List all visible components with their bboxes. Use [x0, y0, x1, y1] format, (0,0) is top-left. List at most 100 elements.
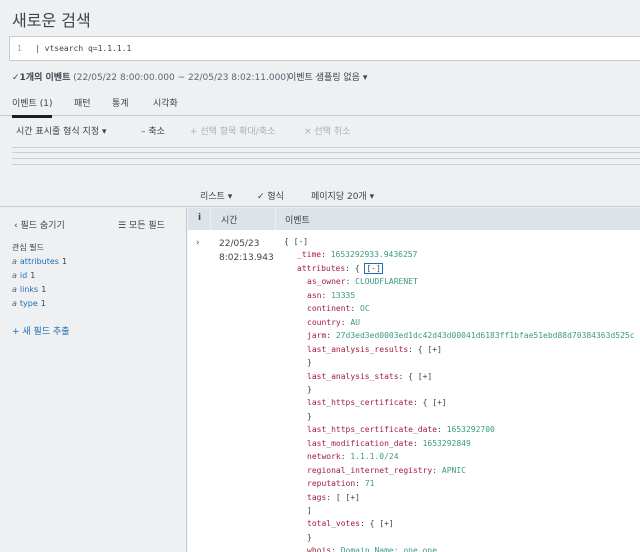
- hide-fields-button[interactable]: ‹ 필드 숨기기: [14, 218, 65, 231]
- json-bracket: ]: [307, 506, 312, 515]
- field-item[interactable]: a type 1: [12, 299, 46, 308]
- json-key[interactable]: last_https_certificate: [307, 398, 413, 407]
- tab-events[interactable]: 이벤트 (1): [12, 96, 53, 118]
- json-key[interactable]: regional_internet_registry: [307, 466, 432, 475]
- json-bracket: {: [417, 344, 428, 354]
- result-tabs: 이벤트 (1) 패턴 통계 시각화: [0, 90, 640, 118]
- field-item[interactable]: a links 1: [12, 285, 46, 294]
- deselect-button[interactable]: × 선택 취소: [304, 124, 350, 137]
- json-value[interactable]: 1.1.1.0/24: [350, 452, 398, 461]
- field-count: 1: [30, 271, 36, 280]
- json-value[interactable]: 71: [365, 479, 375, 488]
- json-toggle[interactable]: [+]: [427, 345, 441, 354]
- json-key[interactable]: whois: [307, 546, 331, 552]
- json-colon: :: [398, 371, 409, 381]
- json-toggle[interactable]: [+]: [432, 398, 446, 407]
- field-type: a: [12, 285, 17, 294]
- json-colon: :: [412, 398, 423, 408]
- field-name: id: [19, 271, 28, 280]
- time-column-header[interactable]: 시간: [221, 213, 238, 226]
- field-count: 1: [40, 299, 46, 308]
- json-value[interactable]: OC: [360, 304, 370, 313]
- json-toggle[interactable]: [-]: [364, 262, 383, 274]
- json-line: }: [307, 358, 312, 367]
- json-key[interactable]: asn: [307, 291, 321, 300]
- json-value[interactable]: 1653292933.9436257: [331, 250, 418, 259]
- field-type: a: [12, 271, 17, 280]
- json-bracket: }: [307, 358, 312, 368]
- field-item[interactable]: a attributes 1: [12, 257, 67, 266]
- extract-field-link[interactable]: + 새 필드 추출: [12, 324, 70, 337]
- json-line: regional_internet_registry: APNIC: [307, 466, 466, 475]
- json-key[interactable]: reputation: [307, 479, 355, 488]
- json-value[interactable]: 1653292849: [423, 439, 471, 448]
- json-line: ]: [307, 506, 312, 515]
- tab-statistics[interactable]: 통계: [112, 96, 129, 109]
- fields-sidebar: ‹ 필드 숨기기 ☰ 모든 필드 관심 필드 a attributes 1 a id 1…: [0, 208, 187, 552]
- json-line: as_owner: CLOUDFLARENET: [307, 277, 418, 286]
- json-value[interactable]: 1653292700: [447, 425, 495, 434]
- json-bracket: [: [335, 492, 346, 502]
- event-column-header[interactable]: 이벤트: [285, 213, 310, 226]
- json-key[interactable]: last_analysis_results: [307, 345, 408, 354]
- json-colon: :: [326, 331, 336, 341]
- time-format-dropdown[interactable]: 시간 표시줄 형식 지정 ▾: [16, 124, 106, 137]
- search-input[interactable]: 1 | vtsearch q=1.1.1.1: [9, 36, 640, 61]
- page-title: 새로운 검색: [12, 11, 91, 30]
- json-colon: :: [331, 546, 341, 552]
- info-icon: i: [198, 213, 202, 223]
- expand-row-icon[interactable]: ›: [196, 238, 200, 248]
- json-key[interactable]: attributes: [297, 264, 345, 273]
- per-page-dropdown[interactable]: 페이지당 20개 ▾: [311, 189, 374, 202]
- json-colon: :: [340, 452, 351, 462]
- json-key[interactable]: _time: [297, 250, 321, 259]
- json-toggle[interactable]: [+]: [418, 372, 432, 381]
- tab-patterns[interactable]: 패턴: [74, 96, 91, 109]
- json-colon: :: [321, 250, 331, 260]
- zoom-out-button[interactable]: – 축소: [141, 124, 165, 137]
- search-query[interactable]: | vtsearch q=1.1.1.1: [35, 44, 131, 53]
- json-value[interactable]: APNIC: [442, 466, 466, 475]
- zoom-selection-button[interactable]: + 선택 항목 확대/축소: [190, 124, 275, 137]
- all-fields-button[interactable]: ☰ 모든 필드: [118, 218, 165, 231]
- json-key[interactable]: last_analysis_stats: [307, 372, 399, 381]
- list-view-dropdown[interactable]: 리스트 ▾: [200, 189, 232, 202]
- json-toggle[interactable]: [+]: [346, 493, 360, 502]
- json-colon: :: [350, 304, 360, 314]
- line-number: 1: [17, 44, 22, 53]
- json-line: reputation: 71: [307, 479, 374, 488]
- json-line: country: AU: [307, 318, 360, 327]
- json-value[interactable]: CLOUDFLARENET: [355, 277, 418, 286]
- json-value[interactable]: AU: [350, 318, 360, 327]
- json-bracket: }: [307, 532, 312, 542]
- event-summary: ✓1개의 이벤트 (22/05/22 8:00:00.000 ~ 22/05/2…: [12, 70, 290, 83]
- format-button[interactable]: ✓ 형식: [257, 189, 284, 202]
- json-value[interactable]: 27d3ed3ed0003ed1dc42d43d00041d6183ff1bfa…: [336, 331, 635, 340]
- sampling-dropdown[interactable]: 이벤트 샘플링 없음 ▾: [288, 70, 367, 83]
- json-key[interactable]: as_owner: [307, 277, 346, 286]
- event-count: 1개의 이벤트: [19, 73, 71, 83]
- json-key[interactable]: total_votes: [307, 519, 360, 528]
- json-key[interactable]: last_https_certificate_date: [307, 425, 437, 434]
- tab-visualization[interactable]: 시각화: [153, 96, 178, 109]
- json-line: }: [307, 385, 312, 394]
- json-line: }: [307, 533, 312, 542]
- json-key[interactable]: last_modification_date: [307, 439, 413, 448]
- json-value[interactable]: Domain Name: one.one: [341, 546, 437, 552]
- json-key[interactable]: network: [307, 452, 341, 461]
- json-toggle[interactable]: [+]: [379, 519, 393, 528]
- check-icon: ✓: [12, 73, 20, 83]
- json-key[interactable]: tags: [307, 493, 326, 502]
- timeline-gridline: [12, 147, 640, 148]
- timeline-gridline: [12, 152, 640, 153]
- json-key[interactable]: country: [307, 318, 341, 327]
- field-item[interactable]: a id 1: [12, 271, 35, 280]
- json-key[interactable]: continent: [307, 304, 350, 313]
- json-key[interactable]: jarm: [307, 331, 326, 340]
- json-colon: :: [408, 344, 418, 354]
- json-value[interactable]: 13335: [331, 291, 355, 300]
- json-line: last_analysis_stats: { [+]: [307, 372, 432, 381]
- json-colon: :: [359, 519, 370, 529]
- event-row: › 22/05/23 8:02:13.943 { [-] _time: 16532…: [188, 230, 640, 552]
- json-line: attributes: { [-]: [297, 262, 383, 274]
